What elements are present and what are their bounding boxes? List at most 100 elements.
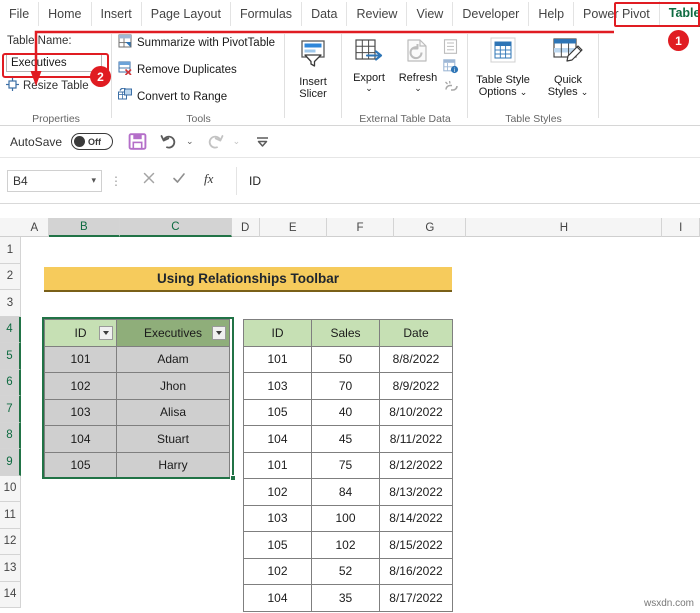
redo-icon[interactable] — [207, 133, 224, 150]
summarize-with-pivottable-button[interactable]: Summarize with PivotTable — [118, 34, 275, 51]
insert-slicer-button[interactable]: Insert Slicer — [285, 38, 341, 101]
chevron-down-icon[interactable]: ⌄ — [520, 87, 528, 97]
ribbon-tab-developer[interactable]: Developer — [452, 2, 528, 26]
filter-dropdown-id-icon[interactable] — [99, 325, 113, 340]
row-header-6[interactable]: 6 — [0, 369, 21, 396]
cell-exec-id[interactable]: 102 — [44, 372, 117, 400]
cell-sales-id[interactable]: 101 — [243, 451, 312, 479]
convert-to-range-button[interactable]: Convert to Range — [118, 87, 227, 105]
column-header-h[interactable]: H — [466, 218, 663, 237]
cell-exec-name[interactable]: Alisa — [116, 398, 230, 426]
undo-dropdown-icon[interactable]: ⌄ — [186, 136, 194, 147]
insert-function-icon[interactable]: fx — [202, 171, 216, 191]
cell-sales-value[interactable]: 52 — [311, 557, 380, 585]
chevron-down-icon[interactable]: ▾ — [91, 175, 96, 186]
export-button[interactable]: Export ⌄ — [344, 38, 394, 93]
cell-sales-id[interactable]: 105 — [243, 398, 312, 426]
resize-table-button[interactable]: Resize Table — [6, 78, 89, 94]
row-header-7[interactable]: 7 — [0, 396, 21, 423]
cell-exec-name[interactable]: Harry — [116, 451, 230, 479]
cell-sales-date[interactable]: 8/9/2022 — [379, 372, 453, 400]
cell-sales-value[interactable]: 70 — [311, 372, 380, 400]
cell-sales-date[interactable]: 8/11/2022 — [379, 425, 453, 453]
filter-dropdown-executives-icon[interactable] — [212, 325, 226, 340]
cell-sales-id[interactable]: 102 — [243, 557, 312, 585]
formula-input[interactable]: ID — [236, 166, 694, 195]
save-icon[interactable] — [128, 132, 147, 151]
row-header-14[interactable]: 14 — [0, 581, 21, 608]
executives-header-executives[interactable]: Executives — [116, 319, 230, 347]
customize-quick-access-icon[interactable] — [255, 134, 270, 149]
ribbon-tab-review[interactable]: Review — [346, 2, 406, 26]
ribbon-tab-file[interactable]: File — [0, 2, 38, 26]
column-header-b[interactable]: B — [48, 218, 120, 237]
column-header-f[interactable]: F — [327, 218, 395, 237]
cell-sales-id[interactable]: 104 — [243, 425, 312, 453]
refresh-button[interactable]: Refresh ⌄ — [392, 38, 444, 93]
cell-exec-id[interactable]: 103 — [44, 398, 117, 426]
cell-exec-id[interactable]: 104 — [44, 425, 117, 453]
table-name-input[interactable]: Executives — [6, 53, 102, 72]
cell-sales-value[interactable]: 35 — [311, 584, 380, 612]
cell-exec-id[interactable]: 101 — [44, 345, 117, 373]
row-header-5[interactable]: 5 — [0, 343, 21, 370]
row-header-1[interactable]: 1 — [0, 237, 21, 264]
cell-exec-name[interactable]: Stuart — [116, 425, 230, 453]
ribbon-tab-power-pivot[interactable]: Power Pivot — [573, 2, 659, 26]
row-header-13[interactable]: 13 — [0, 555, 21, 582]
cell-exec-name[interactable]: Adam — [116, 345, 230, 373]
cell-sales-id[interactable]: 101 — [243, 345, 312, 373]
cell-sales-id[interactable]: 104 — [243, 584, 312, 612]
table-style-options-button[interactable]: Table Style Options ⌄ — [468, 36, 538, 99]
cell-sales-value[interactable]: 102 — [311, 531, 380, 559]
unlink-icon[interactable] — [443, 80, 460, 100]
chevron-down-icon[interactable]: ⌄ — [581, 87, 589, 97]
enter-icon[interactable] — [172, 171, 186, 190]
column-header-e[interactable]: E — [260, 218, 327, 237]
ribbon-tab-table-design[interactable]: Table Design — [658, 1, 700, 27]
cell-sales-id[interactable]: 102 — [243, 478, 312, 506]
column-header-a[interactable]: A — [21, 218, 49, 237]
ribbon-tab-page-layout[interactable]: Page Layout — [140, 2, 230, 26]
row-header-11[interactable]: 11 — [0, 502, 21, 529]
ribbon-tab-home[interactable]: Home — [38, 2, 90, 26]
chevron-down-icon[interactable]: ⌄ — [344, 84, 394, 93]
chevron-down-icon[interactable]: ⌄ — [392, 84, 444, 93]
name-box[interactable]: B4 ▾ — [7, 169, 102, 192]
quick-styles-button[interactable]: Quick Styles ⌄ — [540, 36, 596, 99]
cell-sales-id[interactable]: 105 — [243, 531, 312, 559]
cell-sales-id[interactable]: 103 — [243, 504, 312, 532]
row-header-10[interactable]: 10 — [0, 475, 21, 502]
column-header-d[interactable]: D — [232, 218, 260, 237]
row-header-12[interactable]: 12 — [0, 528, 21, 555]
cell-sales-value[interactable]: 50 — [311, 345, 380, 373]
ribbon-tab-view[interactable]: View — [406, 2, 452, 26]
row-header-2[interactable]: 2 — [0, 263, 21, 290]
selection-fill-handle[interactable] — [230, 475, 236, 481]
ribbon-tab-insert[interactable]: Insert — [90, 2, 141, 26]
cell-sales-value[interactable]: 100 — [311, 504, 380, 532]
row-header-4[interactable]: 4 — [0, 316, 21, 343]
properties-icon[interactable] — [443, 39, 458, 59]
ribbon-tab-data[interactable]: Data — [301, 2, 346, 26]
cell-sales-date[interactable]: 8/12/2022 — [379, 451, 453, 479]
sales-header-id[interactable]: ID — [243, 319, 312, 347]
executives-header-id[interactable]: ID — [44, 319, 117, 347]
cell-sales-date[interactable]: 8/15/2022 — [379, 531, 453, 559]
cell-sales-value[interactable]: 84 — [311, 478, 380, 506]
cell-exec-id[interactable]: 105 — [44, 451, 117, 479]
column-header-c[interactable]: C — [119, 218, 232, 237]
undo-icon[interactable] — [160, 133, 177, 150]
row-header-8[interactable]: 8 — [0, 422, 21, 449]
cell-sales-value[interactable]: 45 — [311, 425, 380, 453]
remove-duplicates-button[interactable]: Remove Duplicates — [118, 61, 237, 78]
row-header-9[interactable]: 9 — [0, 449, 21, 476]
autosave-toggle[interactable]: Off — [71, 133, 114, 150]
cell-sales-date[interactable]: 8/17/2022 — [379, 584, 453, 612]
cell-sales-id[interactable]: 103 — [243, 372, 312, 400]
formula-bar-drag-handle[interactable]: ⋮ — [110, 174, 122, 188]
redo-dropdown-icon[interactable]: ⌄ — [233, 136, 241, 147]
cell-sales-value[interactable]: 75 — [311, 451, 380, 479]
open-in-browser-icon[interactable]: i — [443, 59, 459, 79]
cell-sales-value[interactable]: 40 — [311, 398, 380, 426]
